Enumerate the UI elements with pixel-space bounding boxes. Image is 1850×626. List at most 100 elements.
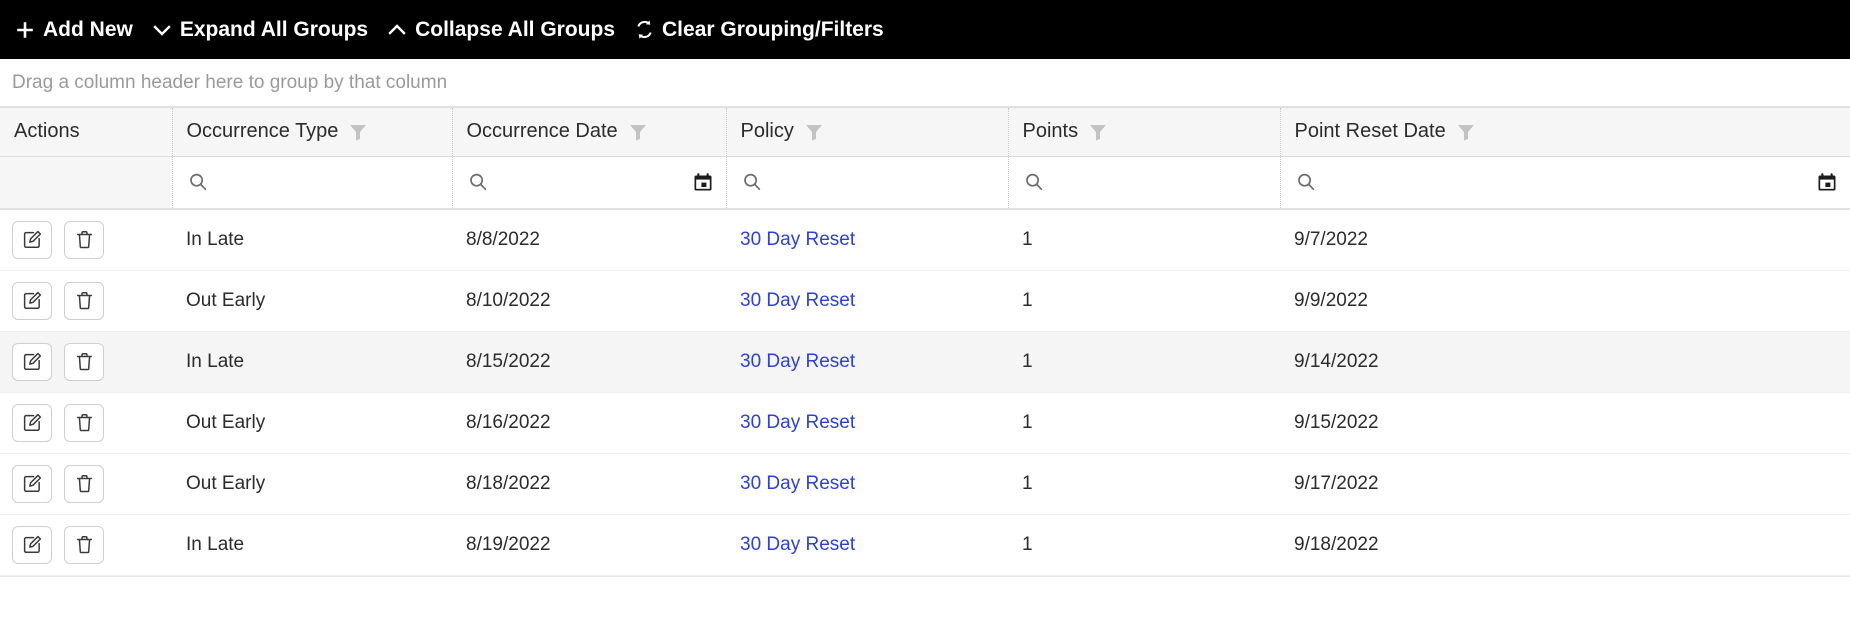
cell-occurrence-type: Out Early [172, 270, 452, 332]
cell-points: 1 [1008, 392, 1280, 454]
edit-pencil-icon [22, 473, 43, 494]
edit-button[interactable] [12, 281, 52, 320]
add-new-label: Add New [43, 17, 133, 41]
filter-cell-policy [726, 156, 1009, 210]
occurrence-date-value: 8/8/2022 [466, 228, 540, 250]
search-icon [467, 171, 489, 193]
filter-cell-actions [0, 156, 173, 210]
trash-icon [74, 412, 95, 433]
policy-link[interactable]: 30 Day Reset [740, 534, 855, 555]
cell-points: 1 [1008, 270, 1280, 332]
grid-header-row: Actions Occurrence Type Occurrence Date … [0, 108, 1850, 157]
add-new-button[interactable]: Add New [14, 12, 149, 48]
policy-link[interactable]: 30 Day Reset [740, 229, 855, 250]
edit-button[interactable] [12, 220, 52, 259]
cell-point-reset-date: 9/18/2022 [1280, 514, 1850, 576]
data-grid: Actions Occurrence Type Occurrence Date … [0, 107, 1850, 610]
table-row[interactable]: Out Early 8/18/2022 30 Day Reset 1 9/17/… [0, 453, 1850, 515]
occurrence-type-value: Out Early [186, 289, 266, 311]
delete-button[interactable] [64, 464, 104, 503]
points-value: 1 [1022, 411, 1033, 433]
row-actions-cell [0, 209, 172, 271]
occurrence-date-value: 8/15/2022 [466, 350, 551, 372]
point-reset-date-value: 9/18/2022 [1294, 533, 1379, 555]
column-header-occurrence-date[interactable]: Occurrence Date [452, 108, 727, 157]
trash-icon [74, 229, 95, 250]
edit-button[interactable] [12, 464, 52, 503]
filter-funnel-icon[interactable] [803, 121, 825, 143]
point-reset-date-value: 9/15/2022 [1294, 411, 1379, 433]
filter-input-policy[interactable] [770, 167, 996, 198]
edit-pencil-icon [22, 534, 43, 555]
edit-button[interactable] [12, 342, 52, 381]
filter-cell-points [1008, 156, 1281, 210]
cell-occurrence-date: 8/8/2022 [452, 209, 726, 271]
table-row[interactable]: In Late 8/8/2022 30 Day Reset 1 9/7/2022 [0, 209, 1850, 271]
cell-policy: 30 Day Reset [726, 453, 1008, 515]
filter-cell-occurrence-type [172, 156, 453, 210]
filter-funnel-icon[interactable] [1455, 121, 1477, 143]
column-header-actions-label: Actions [14, 120, 80, 143]
expand-all-groups-label: Expand All Groups [179, 17, 369, 41]
filter-funnel-icon[interactable] [347, 121, 369, 143]
points-value: 1 [1022, 228, 1033, 250]
grid-body: In Late 8/8/2022 30 Day Reset 1 9/7/2022 [0, 209, 1850, 576]
table-row[interactable]: Out Early 8/10/2022 30 Day Reset 1 9/9/2… [0, 270, 1850, 332]
cell-points: 1 [1008, 514, 1280, 576]
cell-point-reset-date: 9/15/2022 [1280, 392, 1850, 454]
chevron-up-icon [386, 19, 408, 41]
column-header-point-reset-date[interactable]: Point Reset Date [1280, 108, 1850, 157]
policy-link[interactable]: 30 Day Reset [740, 473, 855, 494]
clear-grouping-filters-label: Clear Grouping/Filters [662, 17, 884, 41]
cell-points: 1 [1008, 331, 1280, 393]
occurrence-type-value: Out Early [186, 472, 266, 494]
group-by-drop-panel[interactable]: Drag a column header here to group by th… [0, 59, 1850, 107]
filter-funnel-icon[interactable] [1087, 121, 1109, 143]
row-actions-cell [0, 392, 172, 454]
column-header-occurrence-type[interactable]: Occurrence Type [172, 108, 453, 157]
filter-cell-occurrence-date [452, 156, 727, 210]
point-reset-date-value: 9/7/2022 [1294, 228, 1368, 250]
policy-link[interactable]: 30 Day Reset [740, 351, 855, 372]
calendar-icon[interactable] [1816, 171, 1838, 193]
collapse-all-groups-label: Collapse All Groups [415, 17, 616, 41]
table-row[interactable]: Out Early 8/16/2022 30 Day Reset 1 9/15/… [0, 392, 1850, 454]
policy-link[interactable]: 30 Day Reset [740, 290, 855, 311]
table-row[interactable]: In Late 8/19/2022 30 Day Reset 1 9/18/20… [0, 514, 1850, 576]
filter-input-occurrence-type[interactable] [216, 167, 440, 198]
table-row[interactable]: In Late 8/15/2022 30 Day Reset 1 9/14/20… [0, 331, 1850, 393]
occurrence-type-value: Out Early [186, 411, 266, 433]
filter-input-points[interactable] [1052, 167, 1268, 198]
search-icon [1023, 171, 1045, 193]
filter-input-occurrence-date[interactable] [496, 167, 684, 198]
edit-button[interactable] [12, 525, 52, 564]
occurrence-type-value: In Late [186, 533, 245, 555]
calendar-icon[interactable] [692, 171, 714, 193]
clear-grouping-filters-button[interactable]: Clear Grouping/Filters [631, 12, 900, 48]
trash-icon [74, 351, 95, 372]
delete-button[interactable] [64, 342, 104, 381]
cell-point-reset-date: 9/7/2022 [1280, 209, 1850, 271]
collapse-all-groups-button[interactable]: Collapse All Groups [384, 12, 631, 48]
occurrences-grid-page: Add New Expand All Groups Collapse All G… [0, 0, 1850, 626]
delete-button[interactable] [64, 403, 104, 442]
cell-occurrence-date: 8/16/2022 [452, 392, 726, 454]
cell-policy: 30 Day Reset [726, 514, 1008, 576]
points-value: 1 [1022, 533, 1033, 555]
expand-all-groups-button[interactable]: Expand All Groups [149, 12, 384, 48]
column-header-policy[interactable]: Policy [726, 108, 1009, 157]
filter-input-point-reset-date[interactable] [1324, 167, 1808, 198]
delete-button[interactable] [64, 220, 104, 259]
cell-occurrence-date: 8/10/2022 [452, 270, 726, 332]
column-header-actions[interactable]: Actions [0, 108, 173, 157]
edit-button[interactable] [12, 403, 52, 442]
column-header-points[interactable]: Points [1008, 108, 1281, 157]
row-actions-cell [0, 331, 172, 393]
delete-button[interactable] [64, 525, 104, 564]
filter-funnel-icon[interactable] [627, 121, 649, 143]
grid-footer [0, 575, 1850, 610]
delete-button[interactable] [64, 281, 104, 320]
column-header-point-reset-date-label: Point Reset Date [1294, 120, 1446, 143]
policy-link[interactable]: 30 Day Reset [740, 412, 855, 433]
edit-pencil-icon [22, 351, 43, 372]
